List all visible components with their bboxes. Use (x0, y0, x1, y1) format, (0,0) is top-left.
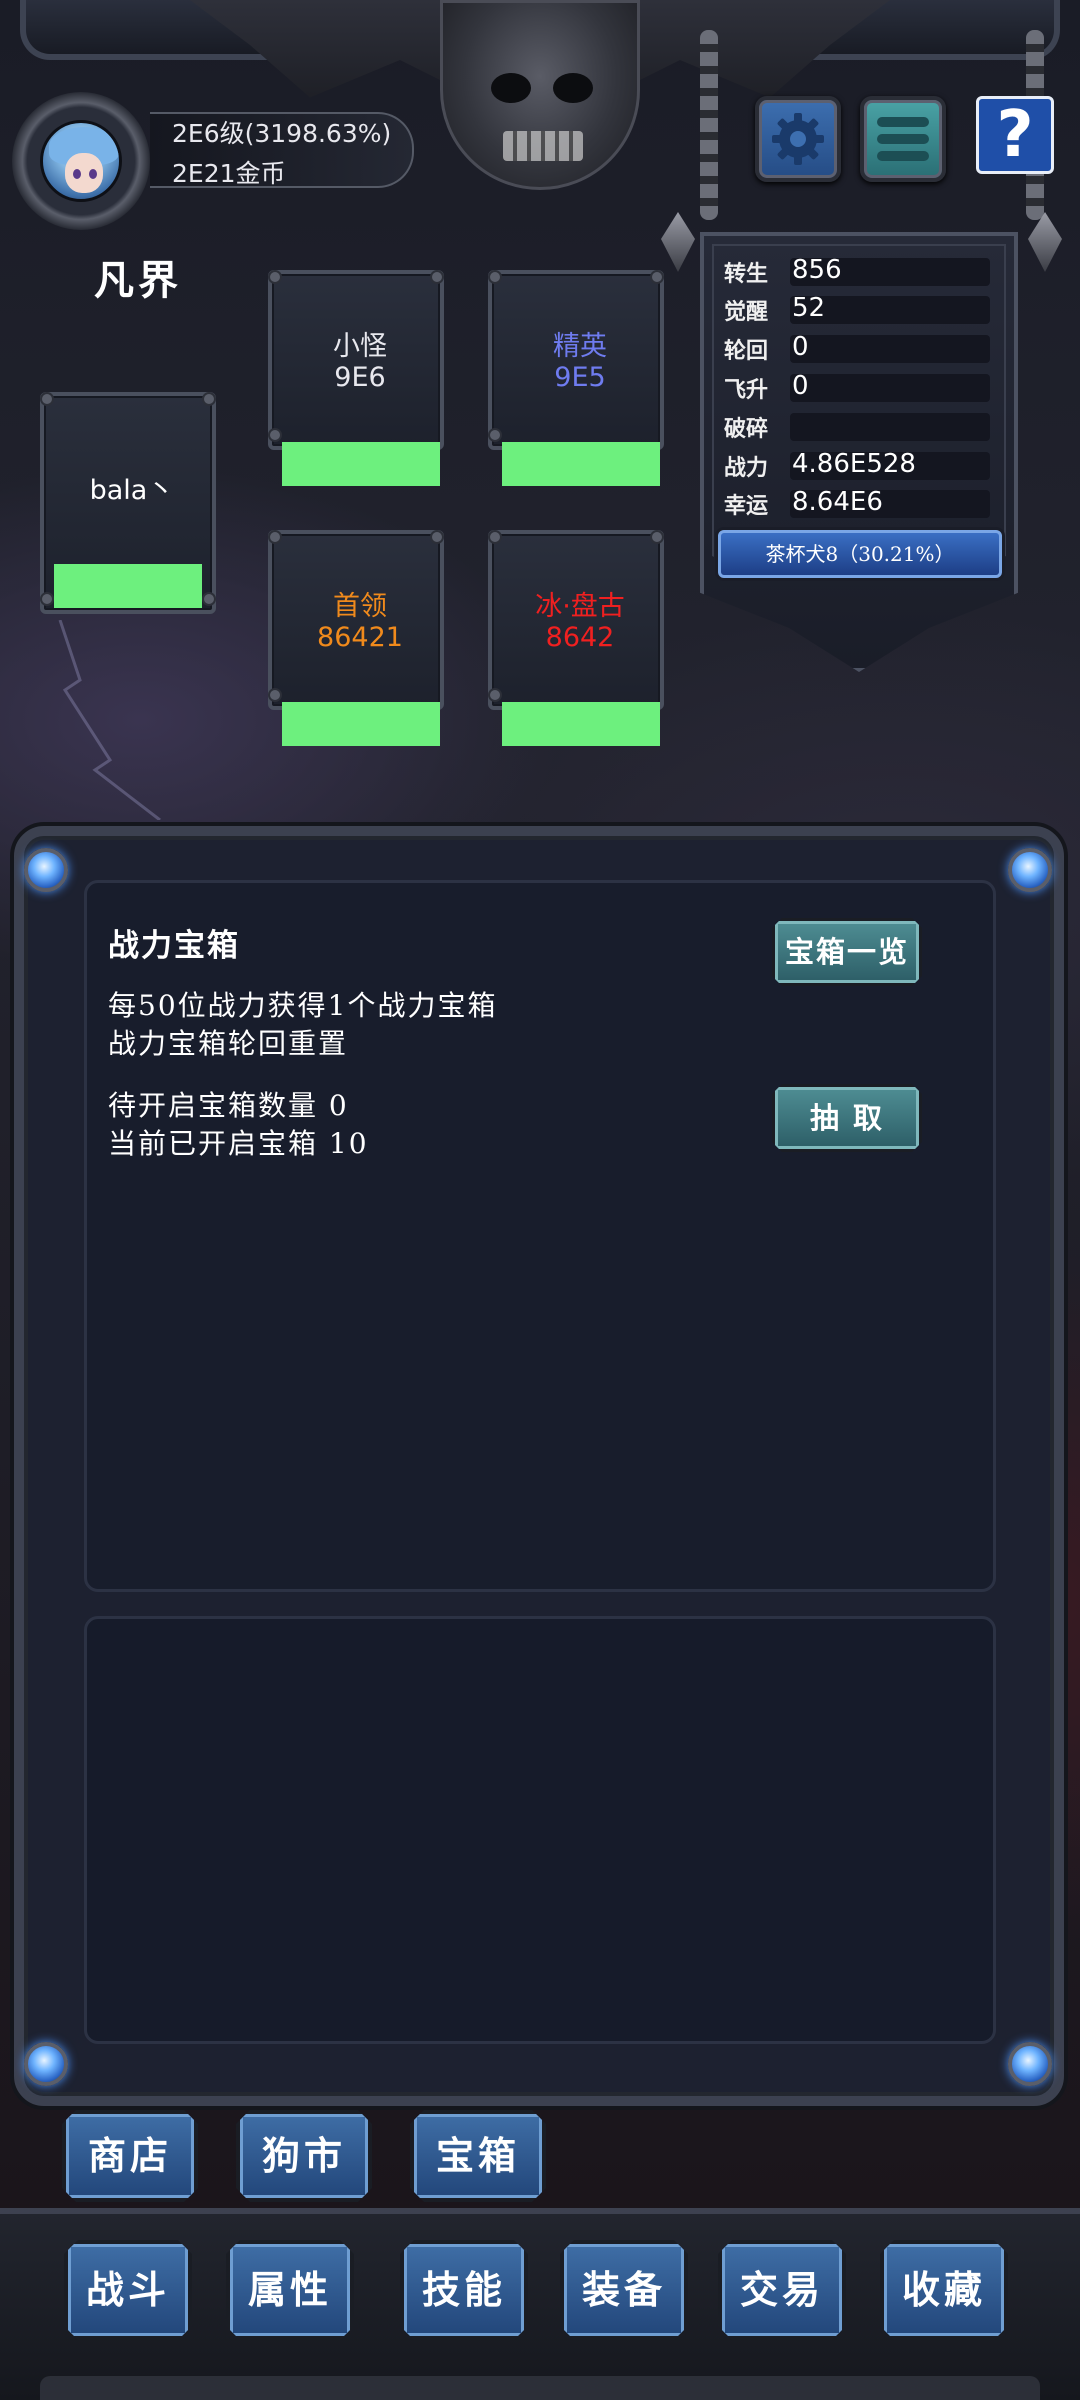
card-rivet (650, 530, 664, 544)
avatar-eye (73, 169, 81, 179)
spike-left (661, 212, 695, 272)
enemy-value: 9E6 (334, 362, 386, 393)
enemy-name: 精英 (553, 331, 607, 362)
card-rivet (430, 530, 444, 544)
enemy-name: 小怪 (333, 331, 387, 362)
nav-trade[interactable]: 交易 (718, 2240, 846, 2340)
card-rivet (488, 688, 502, 702)
card-rivet (650, 270, 664, 284)
card-rivet (488, 530, 502, 544)
card-rivet (268, 428, 282, 442)
stat-label-luck: 幸运 (724, 493, 769, 519)
card-rivet (40, 592, 54, 606)
stat-luck: 8.64E6 (792, 487, 883, 517)
panel-orb (1008, 2042, 1052, 2086)
skull-teeth (503, 131, 583, 161)
player-level: 2E6级(3198.63%) (172, 119, 392, 148)
stat-awaken: 52 (792, 293, 826, 323)
nav-collection[interactable]: 收藏 (880, 2240, 1008, 2340)
card-rivet (268, 688, 282, 702)
enemy-card-minion[interactable]: 小怪 9E6 (268, 270, 444, 486)
menu-icon (877, 117, 929, 161)
stat-label-rebirth: 转生 (724, 261, 769, 287)
stat-label-awaken: 觉醒 (724, 299, 769, 325)
enemy-value: 8642 (545, 622, 615, 653)
enemy-hp-bar (502, 702, 660, 746)
draw-button[interactable]: 抽 取 (772, 1084, 922, 1152)
settings-button[interactable] (755, 96, 841, 182)
card-rivet (430, 270, 444, 284)
player-hp-bar (54, 564, 202, 608)
spike-right (1028, 212, 1062, 272)
panel-orb (1008, 848, 1052, 892)
player-card[interactable]: bala丶 (40, 392, 216, 614)
lightning-decoration (58, 620, 161, 820)
skull-eye-right (553, 73, 593, 103)
card-rivet (488, 428, 502, 442)
chest-list-button[interactable]: 宝箱一览 (772, 918, 922, 986)
stat-power: 4.86E528 (792, 449, 916, 479)
chest-desc-2: 战力宝箱轮回重置 (108, 1027, 349, 1060)
skull-ornament (440, 0, 640, 190)
panel-orb (24, 2042, 68, 2086)
chest-pending-count: 待开启宝箱数量 0 (108, 1089, 349, 1122)
stat-label-power: 战力 (724, 455, 769, 481)
card-rivet (488, 270, 502, 284)
nav-battle[interactable]: 战斗 (64, 2240, 192, 2340)
enemy-hp-bar (502, 442, 660, 486)
avatar-face (65, 153, 103, 193)
enemy-card-elite[interactable]: 精英 9E5 (488, 270, 664, 486)
avatar[interactable] (40, 120, 122, 202)
player-card-name: bala丶 (89, 475, 175, 506)
tab-dog-market[interactable]: 狗市 (236, 2110, 372, 2202)
avatar-eye (89, 169, 97, 179)
enemy-hp-bar (282, 702, 440, 746)
pet-progress-bar[interactable]: 茶杯犬8（30.21%） (718, 530, 1002, 578)
chain-left (700, 30, 718, 220)
skull-eye-left (491, 73, 531, 103)
stat-field (790, 374, 990, 402)
tab-shop[interactable]: 商店 (62, 2110, 198, 2202)
chest-result-panel (84, 1616, 996, 2044)
enemy-value: 9E5 (554, 362, 606, 393)
chest-desc-1: 每50位战力获得1个战力宝箱 (108, 989, 498, 1022)
help-button[interactable]: ? (976, 96, 1054, 174)
card-rivet (268, 270, 282, 284)
enemy-card-boss[interactable]: 首领 86421 (268, 530, 444, 746)
player-gold: 2E21金币 (172, 159, 286, 188)
nav-equipment[interactable]: 装备 (560, 2240, 688, 2340)
stat-ascend: 0 (792, 371, 809, 401)
enemy-value: 86421 (317, 622, 403, 653)
tab-treasure-chest[interactable]: 宝箱 (410, 2110, 546, 2202)
card-rivet (202, 592, 216, 606)
bottom-strip (40, 2376, 1040, 2400)
stat-cycle: 0 (792, 332, 809, 362)
gear-icon (772, 113, 824, 165)
menu-button[interactable] (860, 96, 946, 182)
enemy-hp-bar (282, 442, 440, 486)
card-rivet (40, 392, 54, 406)
stat-label-shatter: 破碎 (724, 416, 769, 442)
chest-title: 战力宝箱 (108, 928, 240, 964)
nav-attributes[interactable]: 属性 (226, 2240, 354, 2340)
enemy-name: 首领 (333, 591, 387, 622)
card-rivet (202, 392, 216, 406)
card-rivet (268, 530, 282, 544)
stat-rebirth: 856 (792, 255, 842, 285)
panel-orb (24, 848, 68, 892)
stat-field (790, 335, 990, 363)
realm-title: 凡界 (94, 257, 182, 304)
stat-label-cycle: 轮回 (724, 338, 769, 364)
enemy-name: 冰·盘古 (535, 591, 625, 622)
chest-opened-count: 当前已开启宝箱 10 (108, 1127, 369, 1160)
help-icon: ? (996, 98, 1034, 172)
stat-field (790, 413, 990, 441)
stat-label-ascend: 飞升 (724, 377, 769, 403)
enemy-card-ice-pangu[interactable]: 冰·盘古 8642 (488, 530, 664, 746)
nav-skills[interactable]: 技能 (400, 2240, 528, 2340)
